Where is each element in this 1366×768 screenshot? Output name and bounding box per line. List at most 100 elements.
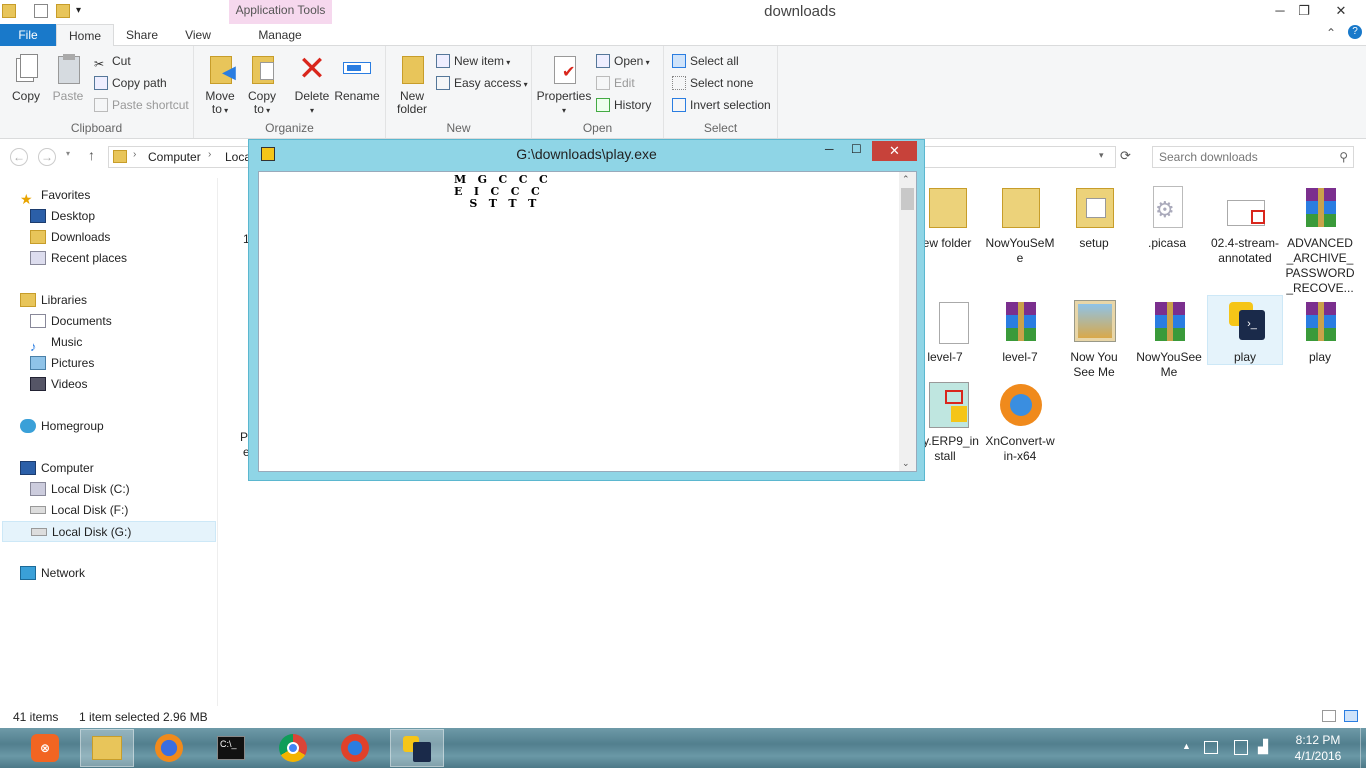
nav-libraries[interactable]: Libraries (20, 290, 87, 311)
paste-shortcut-label: Paste shortcut (112, 98, 189, 112)
nav-videos-label: Videos (51, 377, 88, 391)
customize-quick-access-icon[interactable]: ▾ (76, 4, 90, 18)
maximize-button[interactable]: ❐ (1290, 0, 1318, 22)
scroll-down-icon[interactable]: ⌄ (902, 458, 910, 469)
file-item[interactable]: 02.4-stream-annotated (1210, 184, 1280, 266)
nav-desktop[interactable]: Desktop (30, 206, 95, 227)
open-button[interactable]: Open ▾ (596, 51, 650, 71)
minimize-ribbon-icon[interactable]: ⌃ (1326, 26, 1336, 40)
paste-button[interactable]: Paste (48, 52, 88, 103)
console-maximize-button[interactable]: ☐ (851, 142, 862, 156)
breadcrumb-computer[interactable]: Computer (148, 150, 201, 164)
clock[interactable]: 8:12 PM 4/1/2016 (1283, 732, 1353, 764)
file-item[interactable]: NowYouSeMe (985, 184, 1055, 266)
file-explorer-icon[interactable] (80, 729, 134, 767)
show-desktop-button[interactable] (1360, 728, 1366, 768)
xampp-icon[interactable]: ⊗ (18, 729, 72, 767)
python-play-icon[interactable] (390, 729, 444, 767)
tab-manage[interactable]: Manage (238, 24, 322, 46)
computer-icon (20, 460, 36, 475)
cut-button[interactable]: ✂ Cut (94, 51, 131, 71)
power-icon[interactable] (1234, 740, 1248, 755)
nav-recent-places[interactable]: Recent places (30, 248, 127, 269)
console-output-area[interactable]: M G C C C E I C C C S T T T ⌃ ⌄ (258, 171, 917, 472)
chrome-icon[interactable] (266, 729, 320, 767)
new-folder-icon[interactable] (56, 4, 70, 18)
edit-button[interactable]: Edit (596, 73, 635, 93)
file-item[interactable]: setup (1059, 184, 1129, 251)
file-item[interactable]: ADVANCED_ARCHIVE_PASSWORD_RECOVE... (1285, 184, 1355, 296)
nav-disk-g[interactable]: Local Disk (G:) (2, 521, 216, 542)
help-icon[interactable]: ? (1348, 25, 1362, 39)
paste-shortcut-button[interactable]: Paste shortcut (94, 95, 189, 115)
file-item[interactable]: Now You See Me (1059, 298, 1129, 380)
file-item[interactable]: play (1285, 298, 1355, 365)
new-folder-button[interactable]: New folder (392, 52, 432, 116)
details-view-icon[interactable] (1322, 710, 1336, 722)
file-item-selected[interactable]: ›_ play (1207, 295, 1283, 365)
search-input[interactable]: Search downloads ⚲ (1152, 146, 1354, 168)
console-scrollbar[interactable]: ⌃ ⌄ (899, 172, 916, 471)
large-icons-view-icon[interactable] (1344, 710, 1358, 722)
delete-button[interactable]: ✕ Delete ▾ (290, 52, 334, 117)
clipboard-group: Copy Paste ✂ Cut Copy path Paste shortcut… (0, 46, 194, 138)
select-all-button[interactable]: Select all (672, 51, 739, 71)
refresh-icon[interactable]: ⟳ (1120, 148, 1131, 164)
address-dropdown-icon[interactable]: ▾ (1099, 150, 1104, 161)
organize-group-label: Organize (265, 121, 314, 135)
properties-button[interactable]: ✔ Properties ▾ (536, 52, 592, 117)
move-to-button[interactable]: ◀ Move to ▾ (200, 52, 240, 117)
back-icon[interactable]: ← (10, 148, 28, 166)
folder-icon (923, 184, 971, 232)
file-name: setup (1079, 236, 1109, 250)
nav-disk-f[interactable]: Local Disk (F:) (30, 500, 128, 521)
nav-favorites[interactable]: ★ Favorites (20, 185, 90, 207)
file-item[interactable]: level-7 (985, 298, 1055, 365)
nav-disk-c[interactable]: Local Disk (C:) (30, 479, 130, 500)
invert-selection-button[interactable]: Invert selection (672, 95, 771, 115)
network-signal-icon[interactable]: ▟ (1258, 739, 1268, 755)
nav-computer[interactable]: Computer (20, 458, 94, 479)
copy-path-button[interactable]: Copy path (94, 73, 167, 93)
nav-network[interactable]: Network (20, 563, 85, 584)
cmd-icon[interactable]: C:\_ (204, 729, 258, 767)
console-close-button[interactable]: ✕ (872, 141, 917, 161)
forward-icon[interactable]: → (38, 148, 56, 166)
scroll-thumb[interactable] (901, 188, 914, 210)
history-button[interactable]: History (596, 95, 651, 115)
recent-locations-icon[interactable]: ▾ (66, 149, 70, 158)
file-item[interactable]: XnConvert-win-x64 (985, 382, 1055, 464)
file-item[interactable]: ⚙ .picasa (1132, 184, 1202, 251)
nav-videos[interactable]: Videos (30, 374, 87, 395)
show-hidden-icons-icon[interactable]: ▲ (1182, 741, 1191, 751)
nav-homegroup[interactable]: Homegroup (20, 416, 104, 437)
console-window[interactable]: G:\downloads\play.exe ─ ☐ ✕ M G C C C E … (248, 139, 925, 481)
copy-to-button[interactable]: Copy to ▾ (242, 52, 282, 117)
select-none-button[interactable]: Select none (672, 73, 753, 93)
console-minimize-button[interactable]: ─ (825, 142, 834, 156)
firefox-icon[interactable] (142, 729, 196, 767)
window-title: downloads (764, 3, 836, 20)
up-icon[interactable]: ↑ (88, 147, 95, 163)
properties-icon[interactable] (34, 4, 48, 18)
tab-file[interactable]: File (0, 24, 56, 46)
tab-view[interactable]: View (176, 24, 220, 46)
easy-access-button[interactable]: Easy access ▾ (436, 73, 528, 93)
tab-home[interactable]: Home (56, 24, 114, 47)
rename-button[interactable]: Rename (334, 52, 380, 103)
nav-documents[interactable]: Documents (30, 311, 112, 332)
open-icon (596, 53, 610, 68)
nav-downloads[interactable]: Downloads (30, 227, 110, 248)
nav-music[interactable]: ♪ Music (30, 332, 82, 354)
copy-button[interactable]: Copy (6, 52, 46, 103)
file-name: 02.4-stream-annotated (1210, 236, 1280, 265)
tab-share[interactable]: Share (118, 24, 166, 46)
firefox-developer-icon[interactable] (328, 729, 382, 767)
close-button[interactable]: ✕ (1316, 0, 1366, 22)
new-item-button[interactable]: New item ▾ (436, 51, 510, 71)
nav-pictures[interactable]: Pictures (30, 353, 94, 374)
homegroup-icon (20, 418, 36, 433)
action-center-icon[interactable] (1204, 741, 1218, 754)
file-item[interactable]: NowYouSeeMe (1134, 298, 1204, 380)
scroll-up-icon[interactable]: ⌃ (902, 174, 910, 185)
